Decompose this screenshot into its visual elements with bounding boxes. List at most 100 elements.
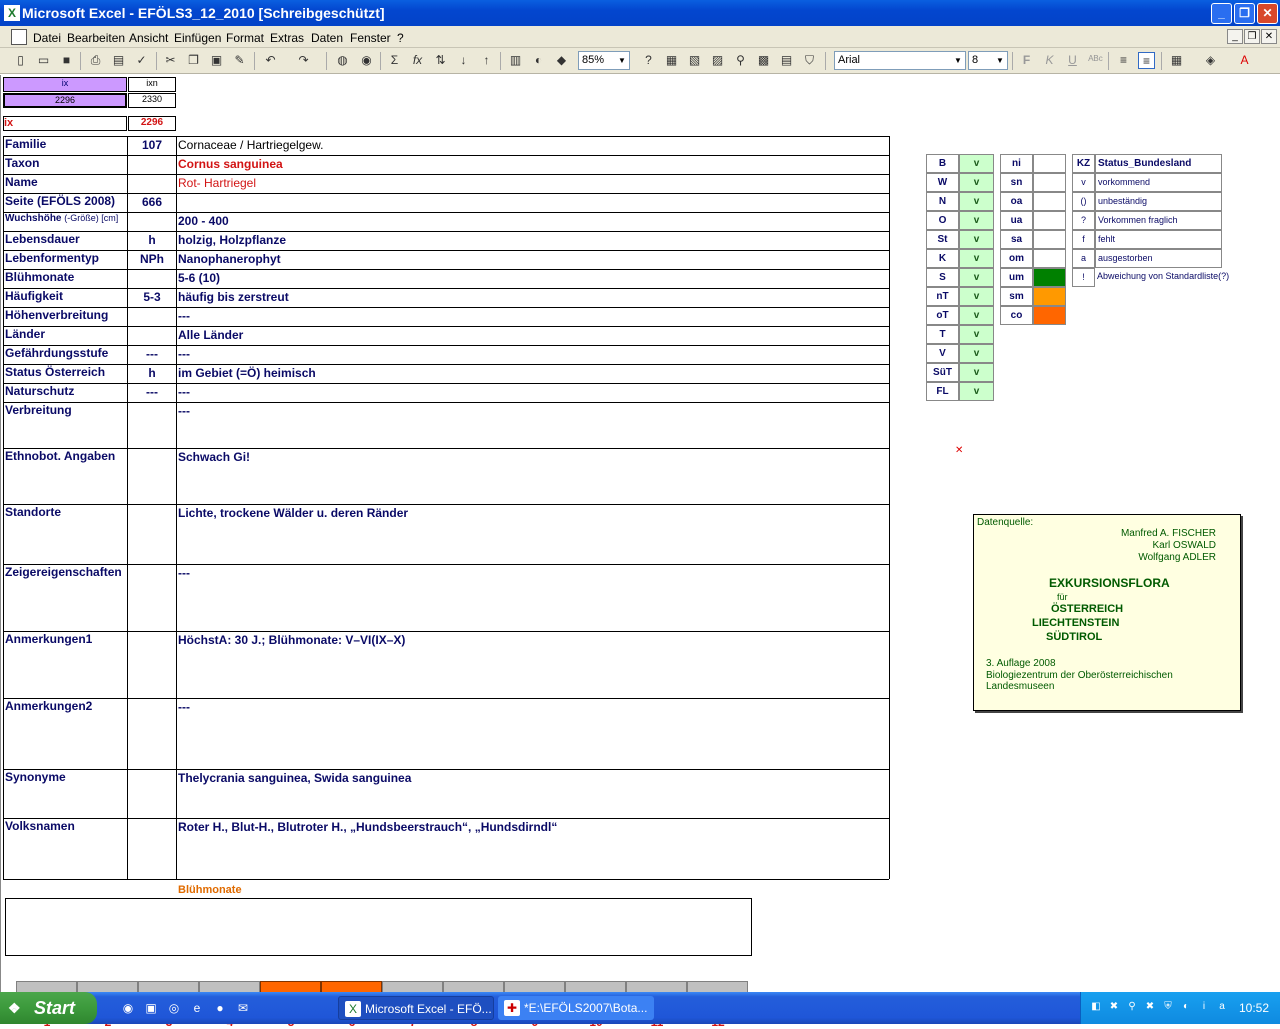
- state-code[interactable]: K: [926, 249, 959, 268]
- font-size-combo[interactable]: 8 ▼: [968, 51, 1008, 70]
- doc-close-icon[interactable]: ✕: [1261, 29, 1277, 44]
- ixn-header[interactable]: ixn: [128, 77, 176, 92]
- quicklaunch-icon-1[interactable]: ◉: [120, 1000, 136, 1016]
- row-value[interactable]: Nanophanerophyt: [178, 252, 887, 268]
- ixn-value-cell[interactable]: 2330: [128, 93, 176, 108]
- region-code[interactable]: om: [1000, 249, 1033, 268]
- excel-app-icon[interactable]: X: [4, 5, 20, 21]
- row-code[interactable]: [128, 176, 176, 192]
- worksheet[interactable]: ix ixn 2296 2330 ix 2296 Familie 107 Corna…: [0, 75, 1280, 1029]
- state-code[interactable]: N: [926, 192, 959, 211]
- state-code[interactable]: V: [926, 344, 959, 363]
- tray-icon-6[interactable]: ◐: [1179, 1000, 1193, 1014]
- row-code[interactable]: [128, 309, 176, 325]
- firefox-icon[interactable]: ●: [212, 1000, 228, 1016]
- menu-format[interactable]: Format: [226, 31, 264, 45]
- state-code[interactable]: O: [926, 211, 959, 230]
- region-code[interactable]: oa: [1000, 192, 1033, 211]
- align-center-icon[interactable]: ≡: [1138, 52, 1155, 69]
- row-label[interactable]: Name: [5, 175, 125, 191]
- copy-icon[interactable]: ❐: [185, 52, 202, 69]
- state-code[interactable]: SüT: [926, 363, 959, 382]
- align-left-icon[interactable]: ≡: [1115, 52, 1132, 69]
- row-label[interactable]: Seite (EFÖLS 2008): [5, 194, 125, 210]
- maximize-button[interactable]: ❐: [1234, 3, 1255, 24]
- undo-icon[interactable]: ↶: [262, 52, 279, 69]
- help-icon[interactable]: ?: [640, 52, 657, 69]
- state-code[interactable]: S: [926, 268, 959, 287]
- row-value[interactable]: Thelycrania sanguinea, Swida sanguinea: [178, 771, 887, 787]
- state-value[interactable]: v: [959, 154, 994, 173]
- start-button[interactable]: ❖ Start: [0, 992, 97, 1024]
- state-code[interactable]: T: [926, 325, 959, 344]
- bold-button[interactable]: F: [1018, 52, 1035, 69]
- toolbar-icon-e[interactable]: ▤: [778, 52, 795, 69]
- document-icon[interactable]: [11, 29, 27, 45]
- row-label[interactable]: Lebensdauer: [5, 232, 125, 248]
- shield-icon[interactable]: ⛨: [1161, 1000, 1175, 1014]
- row-label[interactable]: Ethnobot. Angaben: [5, 449, 125, 465]
- state-value[interactable]: v: [959, 363, 994, 382]
- row-code[interactable]: [128, 271, 176, 287]
- region-fill[interactable]: [1033, 154, 1066, 173]
- row-label[interactable]: Familie: [5, 137, 125, 153]
- redo-icon[interactable]: ↷: [295, 52, 312, 69]
- row-code[interactable]: [128, 700, 176, 716]
- row-label[interactable]: Länder: [5, 327, 125, 343]
- row-label[interactable]: Wuchshöhe (-Größe) [cm]: [5, 213, 125, 229]
- chevron-down-icon[interactable]: ▼: [951, 52, 965, 69]
- row-value[interactable]: Cornus sanguinea: [178, 157, 887, 173]
- row-value[interactable]: Cornaceae / Hartriegelgew.: [178, 138, 887, 154]
- row-label[interactable]: Taxon: [5, 156, 125, 172]
- paste-icon[interactable]: ▣: [208, 52, 225, 69]
- region-code[interactable]: sa: [1000, 230, 1033, 249]
- menu-ansicht[interactable]: Ansicht: [129, 31, 168, 45]
- print-preview-icon[interactable]: ▤: [110, 52, 127, 69]
- region-fill[interactable]: [1033, 249, 1066, 268]
- state-value[interactable]: v: [959, 173, 994, 192]
- print-icon[interactable]: ⎙: [87, 52, 104, 69]
- row-label[interactable]: Anmerkungen1: [5, 632, 125, 648]
- row-value[interactable]: ---: [178, 309, 887, 325]
- row-value[interactable]: im Gebiet (=Ö) heimisch: [178, 366, 887, 382]
- menu-datei[interactable]: Datei: [33, 31, 61, 45]
- row-value[interactable]: ---: [178, 404, 887, 420]
- ix-header[interactable]: ix: [3, 77, 127, 92]
- quicklaunch-icon-2[interactable]: ▣: [143, 1000, 159, 1016]
- autosum-icon[interactable]: Σ: [386, 52, 403, 69]
- row-code[interactable]: [128, 328, 176, 344]
- ix-value-cell[interactable]: 2296: [3, 93, 127, 108]
- row-value[interactable]: holzig, Holzpflanze: [178, 233, 887, 249]
- row-value[interactable]: ---: [178, 385, 887, 401]
- menu-fenster[interactable]: Fenster: [350, 31, 391, 45]
- row-label[interactable]: Status Österreich: [5, 365, 125, 381]
- tray-icon-1[interactable]: ◧: [1089, 1000, 1103, 1014]
- toolbar-icon-d[interactable]: ▩: [755, 52, 772, 69]
- drawing-icon[interactable]: ◆: [553, 52, 570, 69]
- row-code[interactable]: [128, 157, 176, 173]
- region-fill[interactable]: [1033, 268, 1066, 287]
- row-label[interactable]: Verbreitung: [5, 403, 125, 419]
- row-code[interactable]: ---: [128, 385, 176, 401]
- tray-icon-4[interactable]: ✖: [1143, 1000, 1157, 1014]
- close-button[interactable]: ✕: [1257, 3, 1278, 24]
- find-icon[interactable]: ⚲: [732, 52, 749, 69]
- region-code[interactable]: sn: [1000, 173, 1033, 192]
- open-icon[interactable]: ▭: [35, 52, 52, 69]
- font-color-icon[interactable]: A: [1236, 52, 1253, 69]
- doc-restore-icon[interactable]: ❐: [1244, 29, 1260, 44]
- row-code[interactable]: h: [128, 366, 176, 382]
- row-value[interactable]: Rot- Hartriegel: [178, 176, 887, 192]
- strikethrough-icon[interactable]: ᴬᴮᶜ: [1087, 52, 1104, 69]
- state-code[interactable]: nT: [926, 287, 959, 306]
- state-value[interactable]: v: [959, 268, 994, 287]
- row-value[interactable]: Lichte, trockene Wälder u. deren Ränder: [178, 506, 887, 522]
- spellcheck-icon[interactable]: ✓: [133, 52, 150, 69]
- doc-minimize-icon[interactable]: _: [1227, 29, 1243, 44]
- row-code[interactable]: [128, 404, 176, 420]
- state-code[interactable]: oT: [926, 306, 959, 325]
- region-fill[interactable]: [1033, 211, 1066, 230]
- menu-help[interactable]: ?: [397, 31, 404, 45]
- row-code[interactable]: [128, 633, 176, 649]
- row-code[interactable]: 5-3: [128, 290, 176, 306]
